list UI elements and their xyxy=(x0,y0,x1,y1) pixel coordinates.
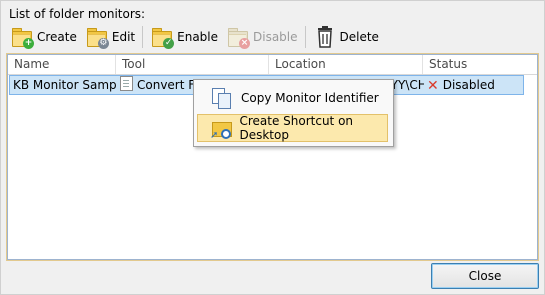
cell-status: ✕ Disabled xyxy=(424,76,524,94)
enable-label: Enable xyxy=(177,30,218,44)
disable-button[interactable]: × Disable xyxy=(223,24,301,50)
panel-title: List of folder monitors: xyxy=(9,7,146,21)
create-label: Create xyxy=(37,30,77,44)
cell-name: KB Monitor Sampl xyxy=(13,78,117,92)
column-header-location[interactable]: Location xyxy=(269,55,423,74)
menu-item-copy-identifier[interactable]: Copy Monitor Identifier xyxy=(197,84,388,112)
folder-enable-icon: ✓ xyxy=(150,25,175,49)
folder-add-icon: + xyxy=(10,25,34,49)
enable-button[interactable]: ✓ Enable xyxy=(147,24,221,50)
edit-button[interactable]: ⚙ Edit xyxy=(82,24,138,50)
context-menu: Copy Monitor Identifier ➚ Create Shortcu… xyxy=(193,79,394,147)
copy-icon xyxy=(211,87,233,109)
cell-status-text: Disabled xyxy=(442,78,495,92)
menu-item-label: Copy Monitor Identifier xyxy=(241,91,379,105)
menu-item-label: Create Shortcut on Desktop xyxy=(239,114,354,142)
toolbar-separator xyxy=(304,26,306,48)
disable-label: Disable xyxy=(253,30,298,44)
close-button[interactable]: Close xyxy=(431,263,539,289)
toolbar: + Create ⚙ Edit ✓ Enable × Disable Delet… xyxy=(7,23,384,51)
column-header-tool[interactable]: Tool xyxy=(116,55,269,74)
edit-label: Edit xyxy=(111,30,136,44)
menu-item-create-shortcut[interactable]: ➚ Create Shortcut on Desktop xyxy=(197,114,388,142)
disabled-x-icon: ✕ xyxy=(427,78,439,94)
toolbar-separator xyxy=(142,26,144,48)
folder-monitors-panel: List of folder monitors: + Create ⚙ Edit… xyxy=(0,0,545,295)
shortcut-folder-icon: ➚ xyxy=(210,117,232,141)
column-header-name[interactable]: Name xyxy=(8,55,116,74)
delete-label: Delete xyxy=(339,30,379,44)
folder-disable-icon: × xyxy=(226,25,250,49)
create-button[interactable]: + Create xyxy=(7,24,80,50)
document-icon xyxy=(120,76,133,91)
folder-edit-icon: ⚙ xyxy=(85,25,109,49)
table-header: Name Tool Location Status xyxy=(8,55,537,75)
column-header-status[interactable]: Status xyxy=(423,55,537,74)
trash-icon xyxy=(313,25,337,49)
delete-button[interactable]: Delete xyxy=(310,24,382,50)
